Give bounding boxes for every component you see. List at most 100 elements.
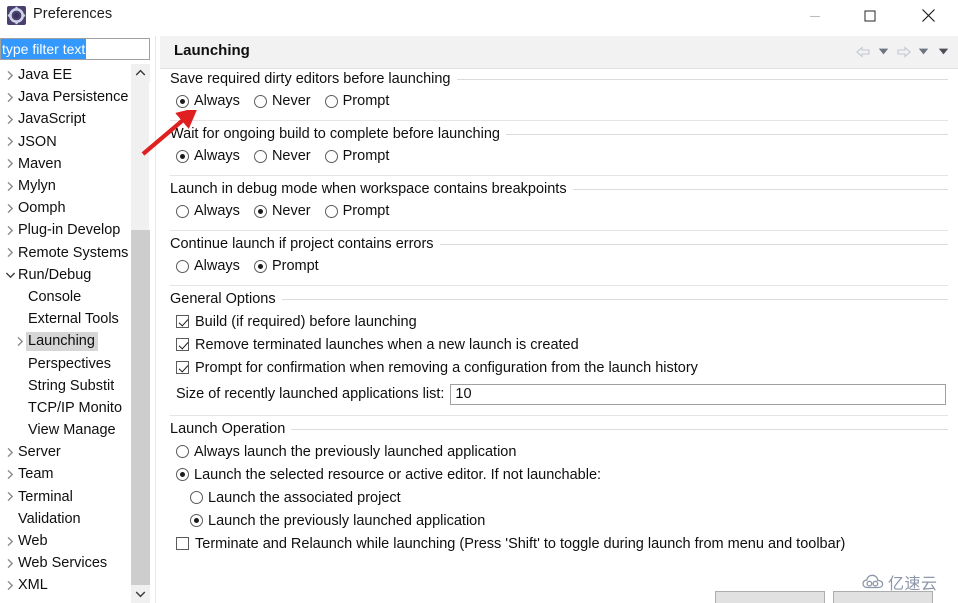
- sidebar-item-team[interactable]: Team: [0, 463, 150, 485]
- radio-indicator[interactable]: [176, 94, 189, 108]
- sidebar-item-terminal[interactable]: Terminal: [0, 486, 150, 508]
- sidebar-item-validation[interactable]: Validation: [0, 508, 150, 530]
- sidebar-item-view-manage[interactable]: View Manage: [0, 419, 150, 441]
- radio-indicator[interactable]: [190, 514, 203, 527]
- checkbox-row[interactable]: Build (if required) before launching: [176, 310, 948, 333]
- radio-always[interactable]: Always: [176, 203, 240, 219]
- chevron-right-icon[interactable]: [2, 225, 18, 236]
- checkbox-row[interactable]: Prompt for confirmation when removing a …: [176, 356, 948, 379]
- sidebar-item-tcp-ip-monito[interactable]: TCP/IP Monito: [0, 397, 150, 419]
- chevron-down-icon[interactable]: [2, 271, 18, 279]
- checkbox-indicator[interactable]: [176, 338, 189, 351]
- sidebar-item-string-substit[interactable]: String Substit: [0, 375, 150, 397]
- sidebar-item-xml[interactable]: XML: [0, 574, 150, 596]
- radio-indicator[interactable]: [253, 94, 267, 108]
- sidebar-item-launching[interactable]: Launching: [0, 330, 150, 352]
- radio-indicator[interactable]: [253, 149, 267, 163]
- chevron-right-icon[interactable]: [2, 92, 18, 103]
- radio-indicator[interactable]: [176, 149, 189, 163]
- sidebar-item-perspectives[interactable]: Perspectives: [0, 352, 150, 374]
- chevron-right-icon[interactable]: [2, 70, 18, 81]
- radio-indicator[interactable]: [176, 259, 189, 273]
- filter-input[interactable]: type filter text: [0, 38, 150, 60]
- radio-never[interactable]: Never: [253, 203, 311, 219]
- radio-indicator[interactable]: [176, 445, 189, 458]
- sidebar-item-remote-systems[interactable]: Remote Systems: [0, 242, 150, 264]
- apply-and-close-button[interactable]: [715, 591, 825, 603]
- sidebar-item-external-tools[interactable]: External Tools: [0, 308, 150, 330]
- radio-never[interactable]: Never: [253, 93, 311, 109]
- checkbox-option-1[interactable]: Remove terminated launches when a new la…: [176, 337, 579, 353]
- radio-indicator[interactable]: [253, 204, 267, 218]
- chevron-right-icon[interactable]: [2, 558, 18, 569]
- sidebar-item-console[interactable]: Console: [0, 286, 150, 308]
- launch-operation-radio-row[interactable]: Launch the previously launched applicati…: [176, 509, 948, 532]
- sidebar-item-javascript[interactable]: JavaScript: [0, 108, 150, 130]
- sidebar-item-maven[interactable]: Maven: [0, 153, 150, 175]
- recent-list-size-input[interactable]: 10: [450, 383, 946, 405]
- sidebar-item-web-services[interactable]: Web Services: [0, 552, 150, 574]
- radio-indicator[interactable]: [176, 468, 189, 481]
- tree-scrollbar-thumb[interactable]: [131, 230, 150, 585]
- radio-prompt[interactable]: Prompt: [324, 148, 389, 164]
- radio-indicator[interactable]: [324, 149, 338, 163]
- chevron-right-icon[interactable]: [2, 158, 18, 169]
- radio-always[interactable]: Always: [176, 258, 240, 274]
- radio-indicator[interactable]: [324, 94, 338, 108]
- launch-operation-radio-0[interactable]: Always launch the previously launched ap…: [176, 444, 516, 460]
- launch-operation-radio-3[interactable]: Launch the previously launched applicati…: [190, 513, 485, 529]
- chevron-right-icon[interactable]: [2, 447, 18, 458]
- radio-indicator[interactable]: [253, 259, 267, 273]
- radio-always[interactable]: Always: [176, 93, 240, 109]
- launch-operation-radio-row[interactable]: Always launch the previously launched ap…: [176, 440, 948, 463]
- checkbox-option-0[interactable]: Build (if required) before launching: [176, 314, 417, 330]
- back-history-dropdown[interactable]: [875, 43, 892, 60]
- launch-operation-radio-2[interactable]: Launch the associated project: [190, 490, 401, 506]
- radio-never[interactable]: Never: [253, 148, 311, 164]
- checkbox-indicator[interactable]: [176, 537, 189, 550]
- chevron-right-icon[interactable]: [2, 469, 18, 480]
- tree-scrollbar[interactable]: [130, 64, 150, 603]
- chevron-right-icon[interactable]: [2, 491, 18, 502]
- sidebar-item-mylyn[interactable]: Mylyn: [0, 175, 150, 197]
- checkbox-indicator[interactable]: [176, 361, 189, 374]
- maximize-button[interactable]: [847, 0, 893, 31]
- checkbox-row[interactable]: Remove terminated launches when a new la…: [176, 333, 948, 356]
- minimize-button[interactable]: [792, 0, 838, 31]
- page-menu-dropdown[interactable]: [935, 43, 952, 60]
- sidebar-item-server[interactable]: Server: [0, 441, 150, 463]
- launch-operation-radio-row[interactable]: Launch the selected resource or active e…: [176, 463, 948, 486]
- forward-button[interactable]: [895, 43, 912, 60]
- filter-input-selection[interactable]: type filter text: [1, 39, 87, 59]
- chevron-right-icon[interactable]: [2, 114, 18, 125]
- chevron-right-icon[interactable]: [2, 580, 18, 591]
- forward-history-dropdown[interactable]: [915, 43, 932, 60]
- chevron-right-icon[interactable]: [2, 247, 18, 258]
- close-button[interactable]: [905, 0, 951, 31]
- launch-operation-radio-row[interactable]: Launch the associated project: [176, 486, 948, 509]
- preferences-tree[interactable]: Java EE Java Persistence JavaScript JSON Mav…: [0, 64, 150, 603]
- radio-indicator[interactable]: [324, 204, 338, 218]
- chevron-right-icon[interactable]: [2, 203, 18, 214]
- chevron-right-icon[interactable]: [2, 181, 18, 192]
- radio-indicator[interactable]: [190, 491, 203, 504]
- radio-prompt[interactable]: Prompt: [324, 93, 389, 109]
- radio-prompt[interactable]: Prompt: [253, 258, 319, 274]
- launch-operation-radio-1[interactable]: Launch the selected resource or active e…: [176, 467, 601, 483]
- radio-always[interactable]: Always: [176, 148, 240, 164]
- terminate-relaunch-checkbox[interactable]: Terminate and Relaunch while launching (…: [176, 536, 845, 552]
- sidebar-item-java-ee[interactable]: Java EE: [0, 64, 150, 86]
- sidebar-item-plug-in-develop[interactable]: Plug-in Develop: [0, 219, 150, 241]
- scroll-up-arrow-icon[interactable]: [131, 64, 150, 82]
- back-button[interactable]: [855, 43, 872, 60]
- chevron-right-icon[interactable]: [2, 536, 18, 547]
- radio-prompt[interactable]: Prompt: [324, 203, 389, 219]
- sidebar-item-oomph[interactable]: Oomph: [0, 197, 150, 219]
- radio-indicator[interactable]: [176, 204, 189, 218]
- sidebar-item-java-persistence[interactable]: Java Persistence: [0, 86, 150, 108]
- sidebar-item-run-debug[interactable]: Run/Debug: [0, 264, 150, 286]
- sidebar-item-web[interactable]: Web: [0, 530, 150, 552]
- sidebar-item-json[interactable]: JSON: [0, 131, 150, 153]
- scroll-down-arrow-icon[interactable]: [131, 585, 150, 603]
- terminate-relaunch-row[interactable]: Terminate and Relaunch while launching (…: [176, 532, 948, 555]
